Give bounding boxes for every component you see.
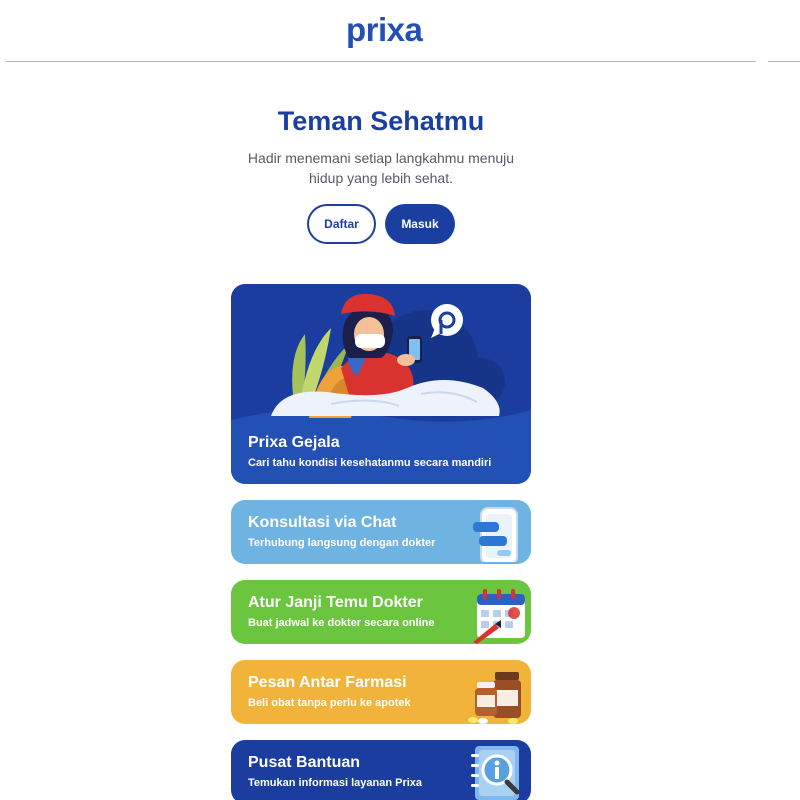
- header-divider-right: [768, 61, 800, 62]
- page-title: Teman Sehatmu: [277, 106, 485, 136]
- card-pusat-bantuan[interactable]: Pusat Bantuan Temukan informasi layanan …: [231, 740, 531, 800]
- page-subtitle: Hadir menemani setiap langkahmu menuju h…: [247, 150, 515, 186]
- register-button[interactable]: Daftar: [307, 204, 376, 244]
- phone-chat-icon: [473, 507, 518, 562]
- card-title: Pusat Bantuan: [248, 754, 361, 771]
- card-subtitle: Temukan informasi layanan Prixa: [248, 777, 423, 789]
- card-title: Pesan Antar Farmasi: [248, 674, 407, 691]
- card-subtitle: Beli obat tanpa perlu ke apotek: [248, 697, 411, 709]
- card-pesan-farmasi[interactable]: Pesan Antar Farmasi Beli obat tanpa perl…: [231, 660, 531, 724]
- medicine-bottles-icon: [468, 672, 521, 724]
- card-subtitle: Buat jadwal ke dokter secara online: [248, 617, 435, 629]
- card-title: Atur Janji Temu Dokter: [248, 594, 423, 611]
- calendar-icon: [473, 589, 525, 644]
- card-konsultasi-chat[interactable]: Konsultasi via Chat Terhubung langsung d…: [231, 500, 531, 564]
- card-subtitle: Cari tahu kondisi kesehatanmu secara man…: [248, 457, 492, 469]
- help-book-icon: [471, 746, 520, 800]
- card-prixa-gejala[interactable]: Prixa Gejala Cari tahu kondisi kesehatan…: [231, 284, 531, 484]
- card-janji-temu[interactable]: Atur Janji Temu Dokter Buat jadwal ke do…: [231, 580, 531, 644]
- login-button[interactable]: Masuk: [385, 204, 455, 244]
- card-title: Konsultasi via Chat: [248, 514, 397, 531]
- card-subtitle: Terhubung langsung dengan dokter: [248, 537, 436, 549]
- prixa-logo[interactable]: prixa: [346, 10, 423, 50]
- card-title: Prixa Gejala: [248, 434, 340, 451]
- header-divider: [6, 61, 756, 62]
- woman-with-phone-illustration: [231, 293, 531, 484]
